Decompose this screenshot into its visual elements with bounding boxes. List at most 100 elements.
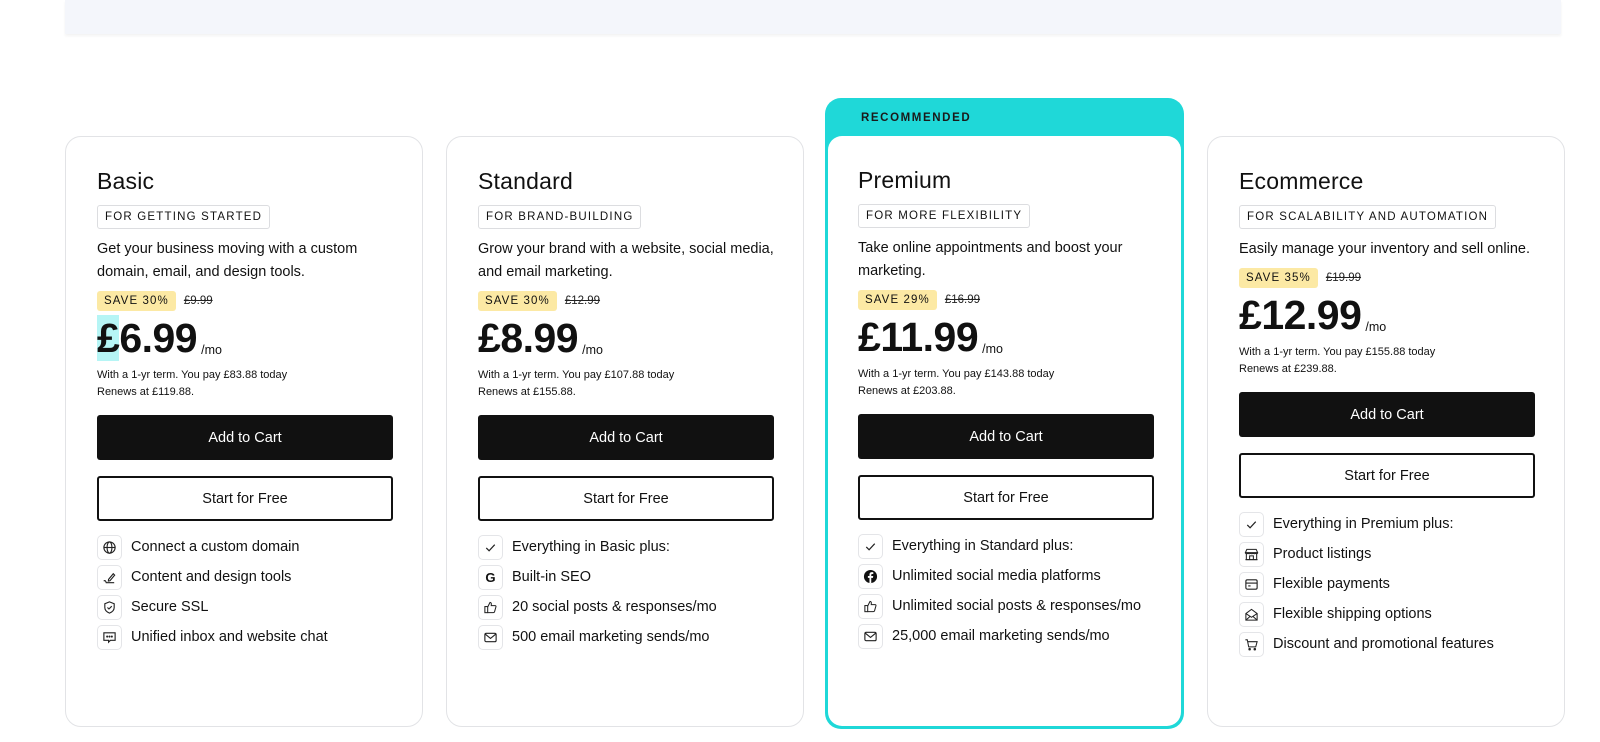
term-details: With a 1-yr term. You pay £107.88 today … (478, 367, 774, 401)
price-row: £6.99 /mo (97, 315, 393, 361)
feature-item: 500 email marketing sends/mo (478, 625, 774, 651)
save-badge: SAVE 35% (1239, 268, 1318, 288)
start-for-free-button[interactable]: Start for Free (858, 475, 1154, 520)
check-icon (1239, 512, 1264, 537)
plan-tag: FOR GETTING STARTED (97, 205, 271, 229)
globe-icon (97, 535, 122, 560)
feature-text: Connect a custom domain (131, 539, 300, 555)
price-amount: 12.99 (1261, 292, 1362, 338)
plan-title: Standard (478, 168, 573, 194)
recommended-badge: RECOMMENDED (861, 112, 972, 124)
start-for-free-button[interactable]: Start for Free (478, 476, 774, 521)
feature-item: Flexible shipping options (1239, 602, 1535, 628)
feature-text: 20 social posts & responses/mo (512, 599, 717, 615)
plan-description: Grow your brand with a website, social m… (478, 241, 774, 280)
plan-card-basic: Basic FOR GETTING STARTED Get your busin… (65, 136, 423, 727)
feature-text: Everything in Basic plus: (512, 539, 670, 555)
plan-title: Ecommerce (1239, 168, 1364, 194)
open-envelope-icon (1239, 602, 1264, 627)
price-period: /mo (1365, 320, 1387, 334)
currency-symbol: £ (478, 315, 501, 361)
feature-item: Connect a custom domain (97, 535, 393, 561)
plan-card-standard: Standard FOR BRAND-BUILDING Grow your br… (446, 136, 804, 727)
thumbs-up-icon (858, 594, 883, 619)
pen-icon (97, 565, 122, 590)
feature-list: Everything in Standard plus: Unlimited so… (858, 534, 1154, 650)
feature-item: Unlimited social posts & responses/mo (858, 594, 1154, 620)
discount-row: SAVE 35% £19.99 (1239, 268, 1535, 288)
plan-card-premium: RECOMMENDED Premium FOR MORE FLEXIBILITY… (825, 98, 1184, 729)
add-to-cart-button[interactable]: Add to Cart (858, 414, 1154, 459)
check-icon (858, 534, 883, 559)
term-payment: With a 1-yr term. You pay £83.88 today (97, 369, 288, 381)
term-renewal: Renews at £119.88. (97, 386, 195, 398)
term-details: With a 1-yr term. You pay £83.88 today R… (97, 367, 393, 401)
feature-text: Content and design tools (131, 569, 292, 585)
start-for-free-button[interactable]: Start for Free (97, 476, 393, 521)
term-payment: With a 1-yr term. You pay £107.88 today (478, 369, 675, 381)
price-row: £11.99 /mo (858, 314, 1154, 360)
feature-item: Secure SSL (97, 595, 393, 621)
cart-icon (1239, 632, 1264, 657)
shield-check-icon (97, 595, 122, 620)
feature-text: Everything in Premium plus: (1273, 516, 1454, 532)
plan-description: Take online appointments and boost your … (858, 240, 1123, 279)
feature-list: Everything in Basic plus: G Built-in SEO 20… (478, 535, 774, 651)
feature-text: Product listings (1273, 546, 1372, 562)
mail-icon (478, 625, 503, 650)
svg-text:G: G (485, 570, 495, 585)
feature-text: Flexible payments (1273, 576, 1390, 592)
feature-text: Flexible shipping options (1273, 606, 1432, 622)
feature-item: Unlimited social media platforms (858, 564, 1154, 590)
discount-row: SAVE 30% £12.99 (478, 291, 774, 311)
discount-row: SAVE 30% £9.99 (97, 291, 393, 311)
feature-item: 25,000 email marketing sends/mo (858, 624, 1154, 650)
price: £11.99 (858, 314, 979, 360)
price-period: /mo (201, 343, 222, 357)
feature-item: Product listings (1239, 542, 1535, 568)
term-payment: With a 1-yr term. You pay £155.88 today (1239, 346, 1436, 358)
top-banner (65, 0, 1561, 34)
term-details: With a 1-yr term. You pay £143.88 today … (858, 366, 1154, 400)
plan-description: Get your business moving with a custom d… (97, 241, 358, 280)
plan-card-ecommerce: Ecommerce FOR SCALABILITY AND AUTOMATION… (1207, 136, 1565, 727)
original-price: £16.99 (944, 294, 981, 306)
feature-text: Unlimited social media platforms (892, 568, 1101, 584)
term-renewal: Renews at £239.88. (1239, 363, 1337, 375)
original-price: £9.99 (183, 295, 213, 307)
add-to-cart-button[interactable]: Add to Cart (97, 415, 393, 460)
add-to-cart-button[interactable]: Add to Cart (1239, 392, 1535, 437)
discount-row: SAVE 29% £16.99 (858, 290, 1154, 310)
plan-description: Easily manage your inventory and sell on… (1239, 241, 1530, 257)
feature-text: 500 email marketing sends/mo (512, 629, 710, 645)
feature-list: Everything in Premium plus: Product listi… (1239, 512, 1535, 658)
term-payment: With a 1-yr term. You pay £143.88 today (858, 368, 1055, 380)
feature-item: Flexible payments (1239, 572, 1535, 598)
feature-item: 20 social posts & responses/mo (478, 595, 774, 621)
feature-text: Everything in Standard plus: (892, 538, 1074, 554)
term-renewal: Renews at £155.88. (478, 386, 576, 398)
feature-text: Discount and promotional features (1273, 636, 1494, 652)
currency-symbol: £ (1239, 292, 1262, 338)
plan-tag: FOR SCALABILITY AND AUTOMATION (1239, 205, 1497, 229)
google-icon: G (478, 565, 503, 590)
feature-text: Built-in SEO (512, 569, 591, 585)
feature-item: G Built-in SEO (478, 565, 774, 591)
save-badge: SAVE 30% (97, 291, 176, 311)
feature-item: Everything in Premium plus: (1239, 512, 1535, 538)
credit-card-icon (1239, 572, 1264, 597)
add-to-cart-button[interactable]: Add to Cart (478, 415, 774, 460)
facebook-icon (858, 564, 883, 589)
price-period: /mo (982, 342, 1003, 356)
feature-list: Connect a custom domain Content and desig… (97, 535, 393, 651)
feature-item: Everything in Standard plus: (858, 534, 1154, 560)
plan-title: Premium (858, 167, 952, 193)
plan-tag: FOR BRAND-BUILDING (478, 205, 642, 229)
start-for-free-button[interactable]: Start for Free (1239, 453, 1535, 498)
feature-text: Secure SSL (131, 599, 209, 615)
price: £6.99 (97, 315, 198, 361)
price-row: £8.99 /mo (478, 315, 774, 361)
original-price: £19.99 (1325, 272, 1362, 284)
currency-symbol: £ (858, 314, 881, 360)
feature-item: Discount and promotional features (1239, 632, 1535, 658)
